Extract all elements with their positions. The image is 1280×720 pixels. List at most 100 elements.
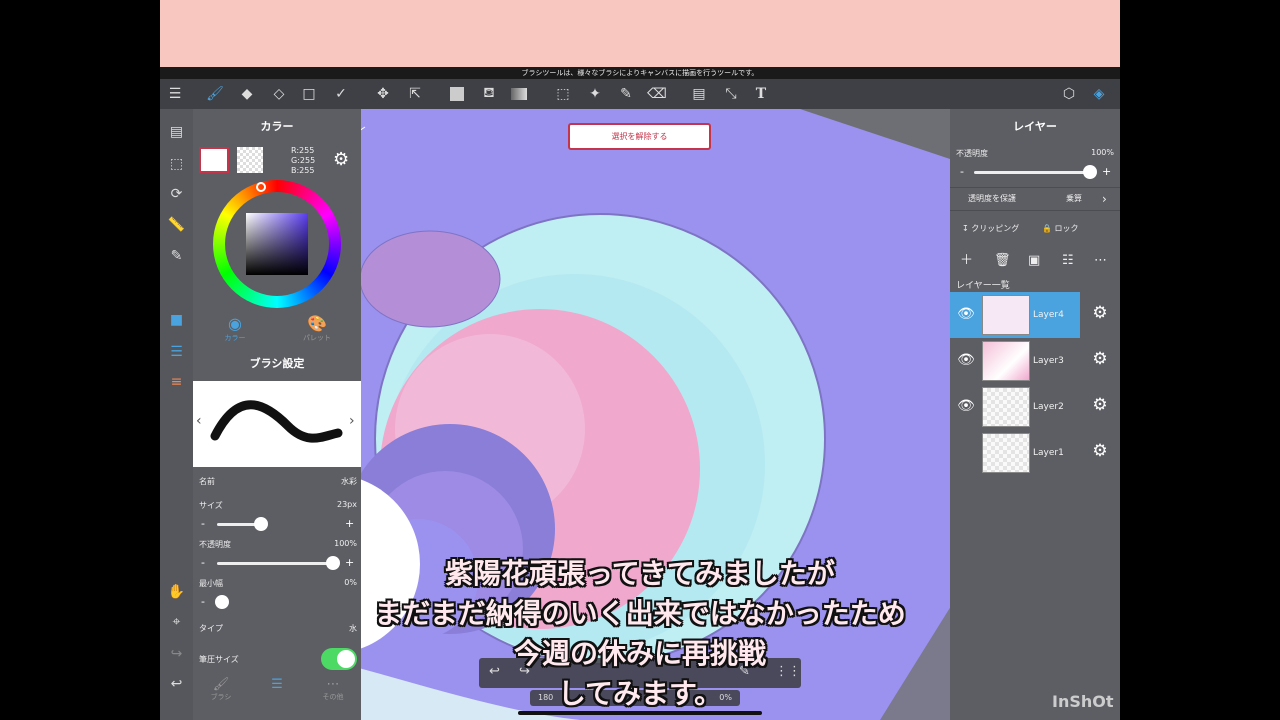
- size-plus-button[interactable]: +: [345, 517, 354, 530]
- saturation-square[interactable]: [246, 213, 308, 275]
- tab-palette-label: パレット: [303, 334, 331, 342]
- clipping-label: クリッピング: [971, 224, 1020, 233]
- eye-icon[interactable]: 👁: [956, 304, 976, 324]
- layout-icon[interactable]: ▤: [688, 79, 710, 109]
- size-label: サイズ: [199, 501, 223, 510]
- color-settings-gear-icon[interactable]: ⚙: [333, 149, 349, 170]
- layer-opacity-row: 不透明度 100%: [956, 148, 1114, 159]
- gear-icon[interactable]: ⚙: [1090, 395, 1110, 415]
- main-toolbar: ☰ 🖌 ◆ ◇ □ ✓ ✥ ⇱ ⛾ ⬚ ✦ ✎ ⌫ ▤ ⤡ T ⬡ ◈: [160, 79, 1120, 109]
- color-panel-icon[interactable]: ■: [160, 307, 193, 333]
- subtitle-line-2: まだまだ納得のいく出来ではなかったため: [374, 597, 906, 630]
- brush-name-label: 名前: [199, 477, 215, 486]
- delete-layer-icon[interactable]: 🗑: [994, 249, 1011, 273]
- subtitle-line-1: 紫陽花頑張ってきてみましたが: [445, 557, 835, 590]
- size-slider-knob[interactable]: [254, 517, 268, 531]
- select-pen-icon[interactable]: ✎: [615, 79, 637, 109]
- layer-thumbnail: [982, 433, 1030, 473]
- brush-opacity-label: 不透明度: [199, 540, 231, 549]
- clipping-button[interactable]: ↧ クリッピング: [962, 217, 1019, 241]
- gear-icon[interactable]: ⚙: [1090, 441, 1110, 461]
- prev-brush-icon[interactable]: ‹: [196, 413, 202, 429]
- palette-icon: 🎨: [307, 314, 327, 333]
- eraser-icon[interactable]: ◆: [236, 79, 258, 109]
- top-banner: [160, 0, 1120, 67]
- gear-icon[interactable]: ⚙: [1090, 349, 1110, 369]
- transform-icon[interactable]: ⇱: [404, 79, 426, 109]
- secondary-color-swatch[interactable]: [237, 147, 263, 173]
- layer-name: Layer3: [1033, 356, 1064, 366]
- rgb-b: B:255: [291, 166, 315, 175]
- rectangle-icon[interactable]: □: [298, 79, 320, 109]
- material-icon[interactable]: ⬡: [1058, 79, 1080, 109]
- tab-palette[interactable]: 🎨 パレット: [295, 314, 339, 343]
- hue-handle[interactable]: [256, 182, 266, 192]
- curve-icon[interactable]: ✓: [330, 79, 352, 109]
- protect-alpha-row[interactable]: 透明度を保護 乗算 ›: [950, 187, 1120, 211]
- brush-settings-icon[interactable]: ☰: [160, 339, 193, 365]
- rgb-g: G:255: [291, 156, 316, 165]
- chevron-right-icon: ›: [1102, 192, 1107, 206]
- menu-icon[interactable]: ☰: [164, 79, 186, 109]
- selection-icon[interactable]: ⬚: [160, 151, 193, 177]
- magic-wand-icon[interactable]: ✦: [584, 79, 606, 109]
- layer-row-4[interactable]: 👁 Layer4 ⚙: [950, 292, 1108, 338]
- more-icon[interactable]: ⋯: [1094, 249, 1107, 273]
- select-rect-icon[interactable]: ⬚: [552, 79, 574, 109]
- fill-color-icon[interactable]: [446, 79, 468, 109]
- lock-label: ロック: [1054, 224, 1079, 233]
- pen-icon[interactable]: ✎: [160, 243, 193, 269]
- text-icon[interactable]: T: [750, 79, 772, 109]
- image-layer-icon[interactable]: ▣: [1028, 249, 1040, 273]
- size-value: 23px: [337, 500, 357, 509]
- layer-opacity-minus[interactable]: -: [960, 165, 964, 178]
- deselect-button[interactable]: 選択を解除する: [568, 123, 711, 150]
- lock-button[interactable]: 🔒 ロック: [1042, 217, 1079, 241]
- color-tab-icon: ◉: [228, 314, 242, 333]
- layer-list-menu-icon[interactable]: ☷: [1062, 249, 1074, 273]
- layer-row-1[interactable]: Layer1 ⚙: [950, 430, 1120, 476]
- next-brush-icon[interactable]: ›: [349, 413, 355, 429]
- smudge-icon[interactable]: ◇: [268, 79, 290, 109]
- select-eraser-icon[interactable]: ⌫: [646, 79, 668, 109]
- layers-icon[interactable]: ◈: [1088, 79, 1110, 109]
- layer-name: Layer2: [1033, 402, 1064, 412]
- brush-preview: ‹ ›: [193, 381, 361, 467]
- layer-row-2[interactable]: 👁 Layer2 ⚙: [950, 384, 1120, 430]
- clipping-row: ↧ クリッピング 🔒 ロック: [950, 217, 1120, 241]
- gradient-icon[interactable]: [508, 79, 530, 109]
- layer-row-3[interactable]: 👁 Layer3 ⚙: [950, 338, 1120, 384]
- page-icon[interactable]: ▤: [160, 119, 193, 145]
- layer-opacity-slider[interactable]: [974, 171, 1090, 174]
- eye-icon[interactable]: 👁: [956, 350, 976, 370]
- layer-list-icon[interactable]: ≡: [160, 369, 193, 395]
- color-panel-title: カラー: [260, 120, 294, 133]
- color-wheel[interactable]: [213, 180, 341, 308]
- tab-color[interactable]: ◉ カラー: [213, 314, 257, 343]
- add-layer-icon[interactable]: ＋: [960, 249, 973, 273]
- layer-list-title: レイヤー一覧: [956, 281, 1010, 291]
- layer-name: Layer4: [1033, 310, 1064, 320]
- blend-mode-value[interactable]: 乗算: [1066, 188, 1082, 210]
- bucket-icon[interactable]: ⛾: [478, 79, 500, 109]
- rotate-icon[interactable]: ⟳: [160, 181, 193, 207]
- gear-icon[interactable]: ⚙: [1090, 303, 1110, 323]
- app-frame: ブラシツールは、様々なブラシによりキャンバスに描画を行うツールです。 ☰ 🖌 ◆…: [160, 0, 1120, 720]
- clipping-icon: ↧: [962, 224, 969, 233]
- layer-opacity-knob[interactable]: [1083, 165, 1097, 179]
- primary-color-swatch[interactable]: [199, 147, 229, 173]
- eye-icon[interactable]: 👁: [956, 396, 976, 416]
- move-icon[interactable]: ✥: [372, 79, 394, 109]
- brush-name-row[interactable]: 名前 水彩: [199, 476, 357, 487]
- layer-opacity-plus[interactable]: +: [1102, 165, 1111, 178]
- layer-thumbnail: [982, 295, 1030, 335]
- brush-opacity-value: 100%: [334, 539, 357, 548]
- brush-name-value: 水彩: [341, 477, 357, 486]
- watermark: InShOt: [1052, 692, 1114, 711]
- brush-icon[interactable]: 🖌: [204, 79, 226, 109]
- dropper-icon[interactable]: ⤡: [720, 79, 742, 109]
- size-minus-button[interactable]: -: [201, 517, 205, 530]
- ruler-icon[interactable]: 📏: [160, 212, 193, 238]
- layer-panel-title: レイヤー: [1013, 120, 1057, 133]
- layer-name: Layer1: [1033, 448, 1064, 458]
